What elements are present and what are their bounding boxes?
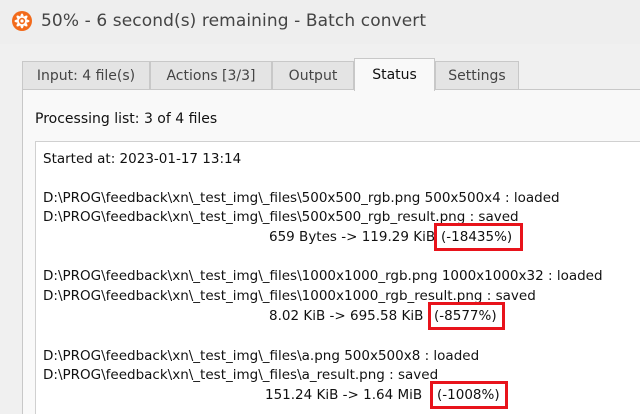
tab-output[interactable]: Output bbox=[272, 61, 354, 90]
tab-status[interactable]: Status bbox=[354, 58, 435, 91]
window-title: 50% - 6 second(s) remaining - Batch conv… bbox=[41, 11, 427, 31]
log-entry-3-loaded: D:\PROG\feedback\xn\_test_img\_files\a.p… bbox=[43, 348, 480, 364]
highlight-box bbox=[434, 223, 523, 251]
status-log[interactable]: Started at: 2023-01-17 13:14 D:\PROG\fee… bbox=[35, 141, 640, 414]
log-entry-1-size: 659 Bytes -> 119.29 KiB bbox=[269, 229, 436, 245]
tab-input[interactable]: Input: 4 file(s) bbox=[22, 61, 150, 90]
log-entry-3-saved: D:\PROG\feedback\xn\_test_img\_files\a_r… bbox=[43, 367, 439, 383]
xnconvert-logo-icon bbox=[12, 11, 32, 31]
log-started: Started at: 2023-01-17 13:14 bbox=[43, 151, 242, 167]
tab-settings[interactable]: Settings bbox=[435, 61, 519, 90]
log-entry-2-loaded: D:\PROG\feedback\xn\_test_img\_files\100… bbox=[43, 268, 603, 284]
tab-bar: Input: 4 file(s) Actions [3/3] Output St… bbox=[0, 58, 640, 91]
processing-list-label: Processing list: 3 of 4 files bbox=[35, 111, 218, 127]
title-bar: 50% - 6 second(s) remaining - Batch conv… bbox=[0, 0, 640, 44]
log-entry-2-size: 8.02 KiB -> 695.58 KiB bbox=[269, 308, 424, 324]
log-entry-1-loaded: D:\PROG\feedback\xn\_test_img\_files\500… bbox=[43, 190, 560, 206]
highlight-box bbox=[430, 381, 508, 409]
highlight-box bbox=[428, 302, 505, 330]
tab-actions[interactable]: Actions [3/3] bbox=[150, 61, 272, 90]
log-entry-3-size: 151.24 KiB -> 1.64 MiB bbox=[265, 387, 423, 403]
